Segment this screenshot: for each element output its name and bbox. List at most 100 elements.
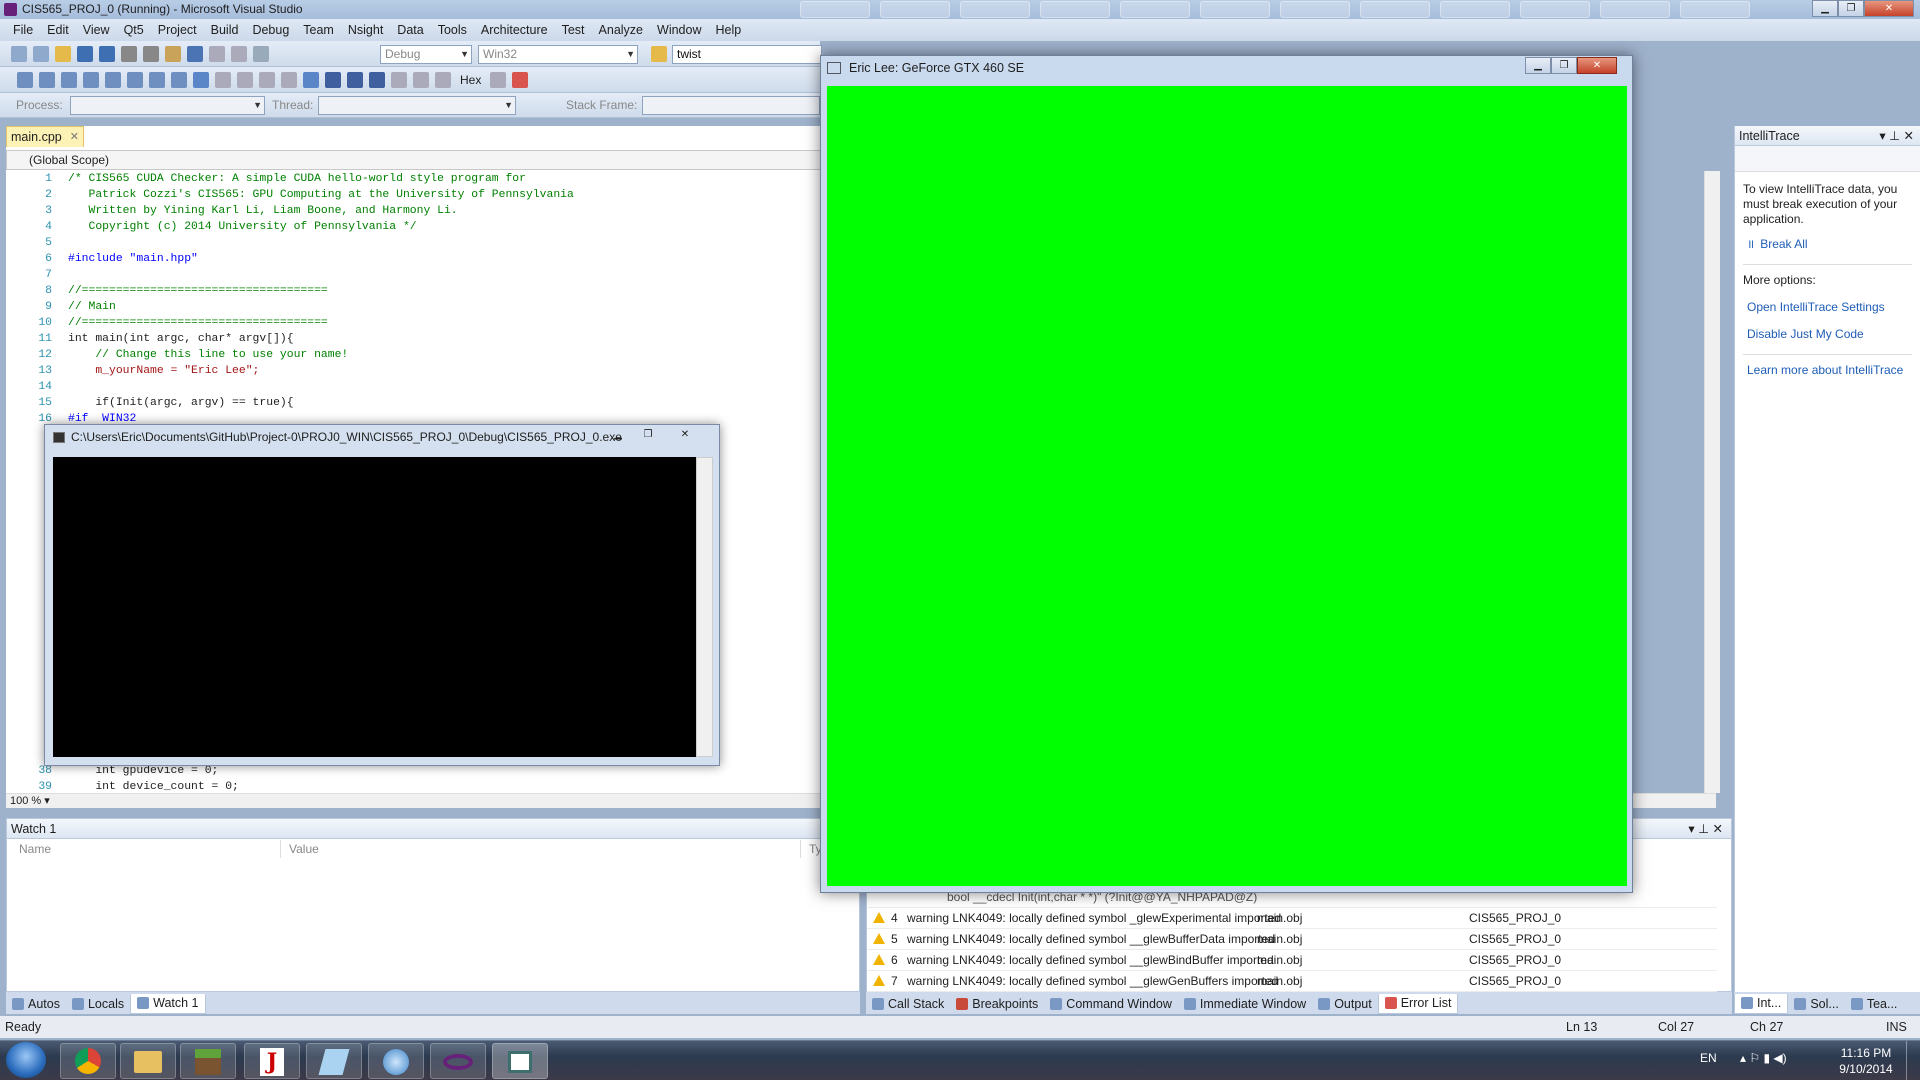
- menu-data[interactable]: Data: [390, 19, 430, 41]
- toggle-icon[interactable]: [281, 72, 297, 88]
- visual-studio-icon[interactable]: [430, 1043, 486, 1079]
- open-icon[interactable]: [55, 46, 71, 62]
- zoom-level[interactable]: 100 %: [10, 795, 41, 807]
- tab-error-list[interactable]: Error List: [1377, 993, 1459, 1014]
- menu-view[interactable]: View: [76, 19, 117, 41]
- tray-icons[interactable]: ▴ ⚐ ▮ ◀): [1740, 1051, 1787, 1065]
- stack-frame-select[interactable]: [642, 96, 820, 115]
- console-scrollbar[interactable]: [696, 457, 713, 757]
- restart-icon[interactable]: [369, 72, 385, 88]
- tab-watch-1[interactable]: Watch 1: [130, 993, 206, 1014]
- prev-bookmark-icon[interactable]: [215, 72, 231, 88]
- console-close-button[interactable]: ✕: [665, 427, 705, 443]
- platform-select[interactable]: Win32 ▼: [478, 45, 638, 64]
- console-output[interactable]: [53, 457, 696, 757]
- show-desktop-button[interactable]: [1906, 1041, 1920, 1080]
- jgrasp-icon[interactable]: J: [244, 1043, 300, 1079]
- layout-icon[interactable]: [17, 72, 33, 88]
- tab-immediate-window[interactable]: Immediate Window: [1178, 994, 1312, 1014]
- open-intellitrace-settings-link[interactable]: Open IntelliTrace Settings: [1747, 300, 1912, 315]
- save-all-icon[interactable]: [99, 46, 115, 62]
- tab-output[interactable]: Output: [1312, 994, 1378, 1014]
- save-icon[interactable]: [77, 46, 93, 62]
- minimize-button[interactable]: ▁: [1812, 0, 1838, 17]
- learn-more-link[interactable]: Learn more about IntelliTrace: [1747, 363, 1912, 378]
- new-project-icon[interactable]: [11, 46, 27, 62]
- tab-command-window[interactable]: Command Window: [1044, 994, 1178, 1014]
- cut-icon[interactable]: [121, 46, 137, 62]
- tab-main-cpp[interactable]: main.cpp ✕: [6, 126, 84, 147]
- bookmark-icon[interactable]: [193, 72, 209, 88]
- menu-edit[interactable]: Edit: [40, 19, 76, 41]
- notepad-icon[interactable]: [306, 1043, 362, 1079]
- stop-icon[interactable]: [347, 72, 363, 88]
- minecraft-icon[interactable]: [180, 1043, 236, 1079]
- menu-project[interactable]: Project: [151, 19, 204, 41]
- break-all-icon[interactable]: [325, 72, 341, 88]
- clock-date[interactable]: 9/10/2014: [1832, 1062, 1900, 1076]
- close-button[interactable]: ✕: [1864, 0, 1914, 17]
- menu-help[interactable]: Help: [708, 19, 748, 41]
- tab-team-explorer[interactable]: Tea...: [1845, 994, 1904, 1014]
- breakpoint-icon[interactable]: [512, 72, 529, 88]
- maximize-button[interactable]: ❐: [1838, 0, 1864, 17]
- copy-icon[interactable]: [143, 46, 159, 62]
- language-indicator[interactable]: EN: [1700, 1051, 1717, 1065]
- menu-window[interactable]: Window: [650, 19, 708, 41]
- tab-call-stack[interactable]: Call Stack: [866, 994, 950, 1014]
- explorer-icon[interactable]: [120, 1043, 176, 1079]
- next-bookmark-icon[interactable]: [237, 72, 253, 88]
- comment-icon[interactable]: [149, 72, 165, 88]
- step-into-icon[interactable]: [391, 72, 407, 88]
- tab-solution-explorer[interactable]: Sol...: [1788, 994, 1845, 1014]
- clock-time[interactable]: 11:16 PM: [1836, 1046, 1896, 1060]
- console-maximize-button[interactable]: ❐: [635, 427, 661, 443]
- uncomment-icon[interactable]: [171, 72, 187, 88]
- step-out-icon[interactable]: [435, 72, 451, 88]
- configuration-select[interactable]: Debug ▼: [380, 45, 472, 64]
- menu-file[interactable]: File: [6, 19, 40, 41]
- chrome-icon[interactable]: [60, 1043, 116, 1079]
- add-item-icon[interactable]: [33, 46, 49, 62]
- menu-debug[interactable]: Debug: [245, 19, 296, 41]
- thread-select[interactable]: ▼: [318, 96, 516, 115]
- watch-col-name[interactable]: Name: [11, 840, 281, 858]
- start-debugging-icon[interactable]: [253, 46, 269, 62]
- select-icon[interactable]: [39, 72, 55, 88]
- menu-architecture[interactable]: Architecture: [474, 19, 555, 41]
- pointer-icon[interactable]: [61, 72, 77, 88]
- app-window-icon[interactable]: [492, 1043, 548, 1079]
- gl-maximize-button[interactable]: ❐: [1551, 57, 1577, 74]
- menu-qt5[interactable]: Qt5: [117, 19, 151, 41]
- start-button[interactable]: [6, 1042, 46, 1078]
- tab-locals[interactable]: Locals: [66, 994, 130, 1014]
- threads-icon[interactable]: [490, 72, 507, 88]
- clear-bookmarks-icon[interactable]: [259, 72, 275, 88]
- tab-autos[interactable]: Autos: [6, 994, 66, 1014]
- console-minimize-button[interactable]: ▁: [605, 427, 631, 443]
- error-row[interactable]: 6 warning LNK4049: locally defined symbol…: [867, 950, 1717, 971]
- error-row[interactable]: 7 warning LNK4049: locally defined symbol…: [867, 971, 1717, 992]
- menu-nsight[interactable]: Nsight: [341, 19, 390, 41]
- panel-pin-icon[interactable]: ▾ ⊥ ✕: [1879, 126, 1920, 146]
- gl-minimize-button[interactable]: ▁: [1525, 57, 1551, 74]
- undo-icon[interactable]: [187, 46, 203, 62]
- menu-build[interactable]: Build: [204, 19, 246, 41]
- hex-toggle[interactable]: Hex: [460, 73, 481, 87]
- code-line[interactable]: 39 int device_count = 0;: [6, 779, 239, 793]
- error-row[interactable]: 5 warning LNK4049: locally defined symbol…: [867, 929, 1717, 950]
- watch-col-value[interactable]: Value: [281, 840, 801, 858]
- font-icon[interactable]: [83, 72, 99, 88]
- step-over-icon[interactable]: [413, 72, 429, 88]
- paste-icon[interactable]: [165, 46, 181, 62]
- process-select[interactable]: ▼: [70, 96, 265, 115]
- find-input[interactable]: twist: [672, 45, 822, 64]
- gl-render-canvas[interactable]: [827, 86, 1627, 886]
- editor-scrollbar[interactable]: [1704, 171, 1720, 793]
- tab-breakpoints[interactable]: Breakpoints: [950, 994, 1044, 1014]
- gl-close-button[interactable]: ✕: [1577, 57, 1617, 74]
- itunes-icon[interactable]: [368, 1043, 424, 1079]
- outdent-icon[interactable]: [127, 72, 143, 88]
- disable-just-my-code-link[interactable]: Disable Just My Code: [1747, 327, 1912, 342]
- error-row[interactable]: 4 warning LNK4049: locally defined symbol…: [867, 908, 1717, 929]
